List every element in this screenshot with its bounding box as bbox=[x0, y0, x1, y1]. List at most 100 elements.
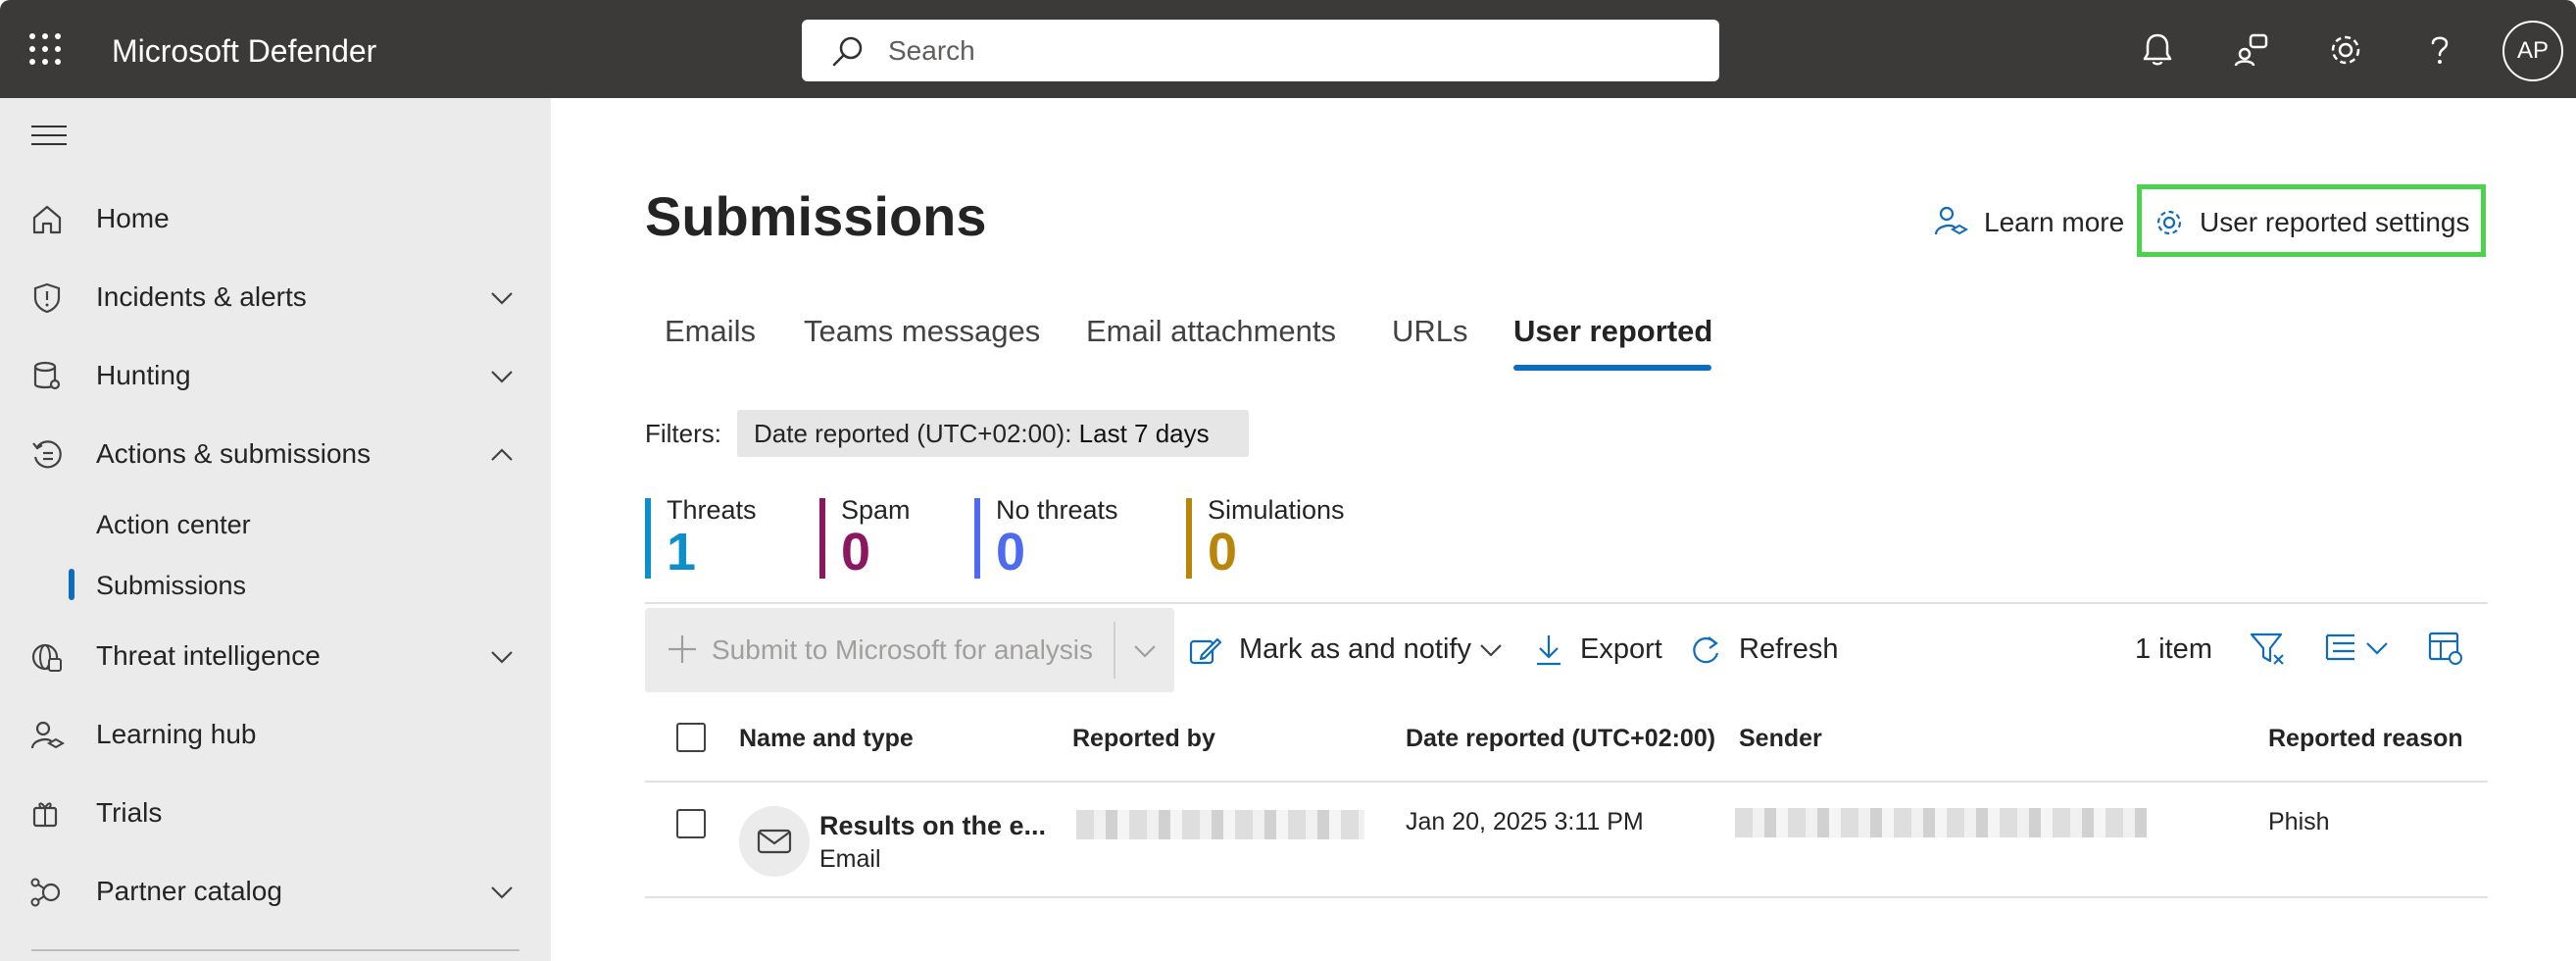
sidebar-item-label: Trials bbox=[96, 797, 163, 828]
stat-value: 0 bbox=[841, 523, 871, 582]
sidebar-divider bbox=[31, 949, 520, 951]
search-input[interactable] bbox=[888, 20, 1692, 81]
stat-value: 0 bbox=[996, 523, 1026, 582]
column-header-name-and-type[interactable]: Name and type bbox=[739, 722, 914, 755]
column-header-reported-by[interactable]: Reported by bbox=[1072, 722, 1215, 755]
sidebar-item-actions-submissions[interactable]: Actions & submissions bbox=[0, 424, 551, 482]
page-title: Submissions bbox=[645, 185, 987, 247]
avatar[interactable]: AP bbox=[2502, 21, 2563, 81]
stat-color-bar bbox=[819, 498, 825, 579]
active-tab-indicator bbox=[1513, 365, 1711, 371]
sidebar-item-threat-intelligence[interactable]: Threat intelligence bbox=[0, 626, 551, 684]
refresh-button[interactable]: Refresh bbox=[1688, 628, 1839, 671]
chevron-down-icon[interactable] bbox=[1131, 637, 1159, 665]
sidebar-item-label: Partner catalog bbox=[96, 876, 282, 906]
header-divider bbox=[645, 781, 2488, 783]
mark-and-notify-button[interactable]: Mark as and notify bbox=[1188, 628, 1508, 671]
user-reported-settings-button[interactable]: User reported settings bbox=[2153, 201, 2476, 244]
column-header-date-reported[interactable]: Date reported (UTC+02:00) bbox=[1406, 722, 1715, 755]
email-avatar bbox=[739, 806, 810, 877]
chevron-down-icon[interactable] bbox=[488, 284, 516, 312]
sidebar-item-home[interactable]: Home bbox=[0, 188, 551, 247]
submit-label: Submit to Microsoft for analysis bbox=[712, 634, 1094, 665]
bell-icon[interactable] bbox=[2137, 29, 2178, 71]
database-icon bbox=[33, 361, 61, 390]
group-list-icon[interactable] bbox=[2323, 630, 2358, 665]
column-header-reported-reason[interactable]: Reported reason bbox=[2268, 722, 2463, 755]
edit-icon bbox=[1189, 637, 1221, 665]
chevron-down-icon[interactable] bbox=[2364, 635, 2390, 661]
date-filter-chip[interactable]: Date reported (UTC+02:00): Last 7 days bbox=[737, 410, 1249, 457]
chevron-down-icon[interactable] bbox=[488, 643, 516, 671]
item-count: 1 item bbox=[2135, 633, 2212, 665]
filter-value: Last 7 days bbox=[1078, 419, 1210, 448]
sidebar-item-partner-catalog[interactable]: Partner catalog bbox=[0, 861, 551, 920]
partner-icon bbox=[30, 878, 61, 907]
row-item-name[interactable]: Results on the e... bbox=[819, 810, 1046, 841]
learning-icon bbox=[30, 721, 65, 749]
search-box[interactable] bbox=[802, 20, 1719, 81]
history-icon bbox=[32, 440, 62, 469]
export-label: Export bbox=[1580, 633, 1662, 665]
stat-color-bar bbox=[974, 498, 980, 579]
sidebar-item-label: Hunting bbox=[96, 360, 191, 390]
customize-columns-icon[interactable] bbox=[2427, 630, 2464, 667]
tab-teams-messages[interactable]: Teams messages bbox=[804, 312, 1040, 351]
row-divider bbox=[645, 896, 2488, 898]
filters-label: Filters: bbox=[645, 419, 721, 448]
community-icon[interactable] bbox=[2231, 29, 2272, 71]
stat-color-bar bbox=[1186, 498, 1192, 579]
top-bar: Microsoft Defender AP bbox=[0, 0, 2576, 98]
export-button[interactable]: Export bbox=[1533, 628, 1670, 671]
sidebar-item-label: Actions & submissions bbox=[96, 438, 372, 469]
sidebar-subitem-action-center[interactable]: Action center bbox=[96, 508, 251, 541]
help-icon[interactable] bbox=[2419, 29, 2460, 71]
stat-value: 0 bbox=[1208, 523, 1238, 582]
mail-icon bbox=[757, 829, 792, 854]
learn-more-label: Learn more bbox=[1984, 207, 2125, 237]
globe-icon bbox=[31, 643, 62, 672]
home-icon bbox=[32, 205, 62, 234]
sidebar-item-trials[interactable]: Trials bbox=[0, 783, 551, 841]
tab-urls[interactable]: URLs bbox=[1392, 312, 1468, 351]
row-date-reported: Jan 20, 2025 3:11 PM bbox=[1406, 808, 1644, 835]
tab-user-reported[interactable]: User reported bbox=[1513, 312, 1712, 351]
refresh-icon bbox=[1693, 636, 1719, 664]
learning-icon bbox=[1934, 206, 1969, 235]
download-icon bbox=[1537, 635, 1560, 666]
sidebar-item-label: Threat intelligence bbox=[96, 640, 321, 671]
mark-and-notify-label: Mark as and notify bbox=[1239, 633, 1471, 665]
submit-to-microsoft-button[interactable]: Submit to Microsoft for analysis bbox=[645, 608, 1174, 692]
chevron-up-icon[interactable] bbox=[488, 441, 516, 469]
sidebar-item-incidents-alerts[interactable]: Incidents & alerts bbox=[0, 267, 551, 326]
learn-more-link[interactable]: Learn more bbox=[1933, 201, 2129, 244]
filter-key: Date reported (UTC+02:00): bbox=[754, 419, 1072, 448]
chevron-down-icon bbox=[1480, 644, 1502, 657]
row-checkbox[interactable] bbox=[676, 809, 706, 838]
app-title[interactable]: Microsoft Defender bbox=[112, 31, 376, 71]
hamburger-menu-icon[interactable] bbox=[31, 126, 67, 152]
gear-icon[interactable] bbox=[2325, 29, 2366, 71]
chevron-down-icon[interactable] bbox=[488, 879, 516, 906]
search-icon bbox=[832, 36, 863, 67]
select-all-checkbox[interactable] bbox=[676, 723, 706, 752]
sidebar-item-label: Home bbox=[96, 203, 170, 233]
redacted-sender bbox=[1735, 808, 2147, 837]
waffle-icon[interactable] bbox=[29, 33, 61, 65]
filter-icon[interactable] bbox=[2249, 630, 2286, 667]
tab-email-attachments[interactable]: Email attachments bbox=[1086, 312, 1336, 351]
sidebar-item-learning-hub[interactable]: Learning hub bbox=[0, 704, 551, 763]
plus-icon bbox=[669, 635, 696, 663]
sidebar-item-hunting[interactable]: Hunting bbox=[0, 345, 551, 404]
sidebar-item-label: Incidents & alerts bbox=[96, 281, 307, 312]
tab-emails[interactable]: Emails bbox=[665, 312, 756, 351]
row-item-type: Email bbox=[819, 845, 881, 873]
chevron-down-icon[interactable] bbox=[488, 363, 516, 390]
user-reported-settings-label: User reported settings bbox=[2200, 207, 2470, 237]
column-header-sender[interactable]: Sender bbox=[1739, 722, 1822, 755]
sidebar-item-label: Learning hub bbox=[96, 719, 257, 749]
stat-color-bar bbox=[645, 498, 651, 579]
sidebar-subitem-submissions[interactable]: Submissions bbox=[96, 569, 246, 602]
split-divider bbox=[1114, 622, 1115, 679]
trials-icon bbox=[32, 802, 58, 828]
